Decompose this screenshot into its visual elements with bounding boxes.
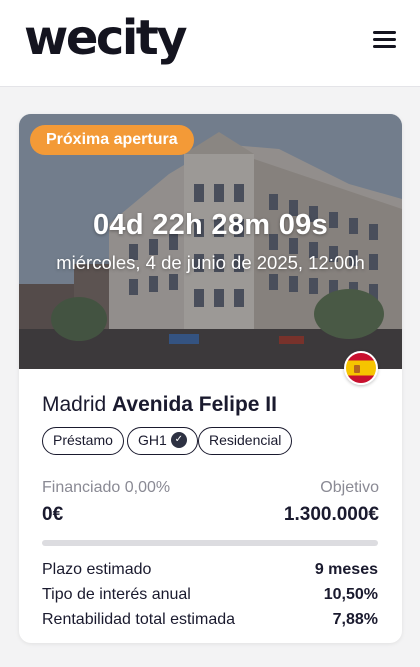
opening-date: miércoles, 4 de junio de 2025, 12:00h <box>56 252 365 273</box>
project-title[interactable]: Madrid Avenida Felipe II <box>42 393 277 417</box>
detail-label: Tipo de interés anual <box>42 586 191 603</box>
objective-label: Objetivo <box>320 479 379 496</box>
check-circle-icon: ✓ <box>170 432 187 449</box>
detail-label: Plazo estimado <box>42 561 152 578</box>
detail-value: 10,50% <box>323 586 378 603</box>
funding-progress-bar <box>42 540 378 546</box>
status-badge: Próxima apertura <box>30 125 194 155</box>
tag-label: Préstamo <box>53 432 113 448</box>
tag-label: Residencial <box>209 432 282 448</box>
project-card[interactable]: Próxima apertura 04d 22h 28m 09s miércol… <box>19 114 402 643</box>
tag-loan: Préstamo <box>42 427 124 455</box>
countdown-timer: 04d 22h 28m 09s <box>92 209 329 241</box>
spain-flag-icon <box>344 351 378 385</box>
detail-value: 9 meses <box>314 561 378 578</box>
flag-emblem <box>354 365 360 373</box>
tag-residential: Residencial <box>198 427 293 455</box>
financed-value: 0€ <box>42 504 64 525</box>
detail-row-return: Rentabilidad total estimada 7,88% <box>42 611 378 633</box>
wecity-logo[interactable]: wecity <box>24 10 188 66</box>
financed-label: Financiado 0,00% <box>42 479 171 496</box>
building-photo: Próxima apertura 04d 22h 28m 09s miércol… <box>19 114 402 369</box>
detail-row-term: Plazo estimado 9 meses <box>42 561 378 583</box>
tag-label: GH1 <box>138 432 167 448</box>
detail-value: 7,88% <box>332 611 378 628</box>
hamburger-menu-icon[interactable] <box>371 28 399 50</box>
objective-value: 1.300.000€ <box>283 504 379 525</box>
detail-row-interest: Tipo de interés anual 10,50% <box>42 586 378 608</box>
project-city: Madrid <box>42 393 107 416</box>
tag-grade[interactable]: GH1 ✓ <box>127 427 198 455</box>
detail-label: Rentabilidad total estimada <box>42 611 236 628</box>
project-street: Avenida Felipe II <box>112 393 277 416</box>
top-bar: wecity <box>0 0 420 87</box>
